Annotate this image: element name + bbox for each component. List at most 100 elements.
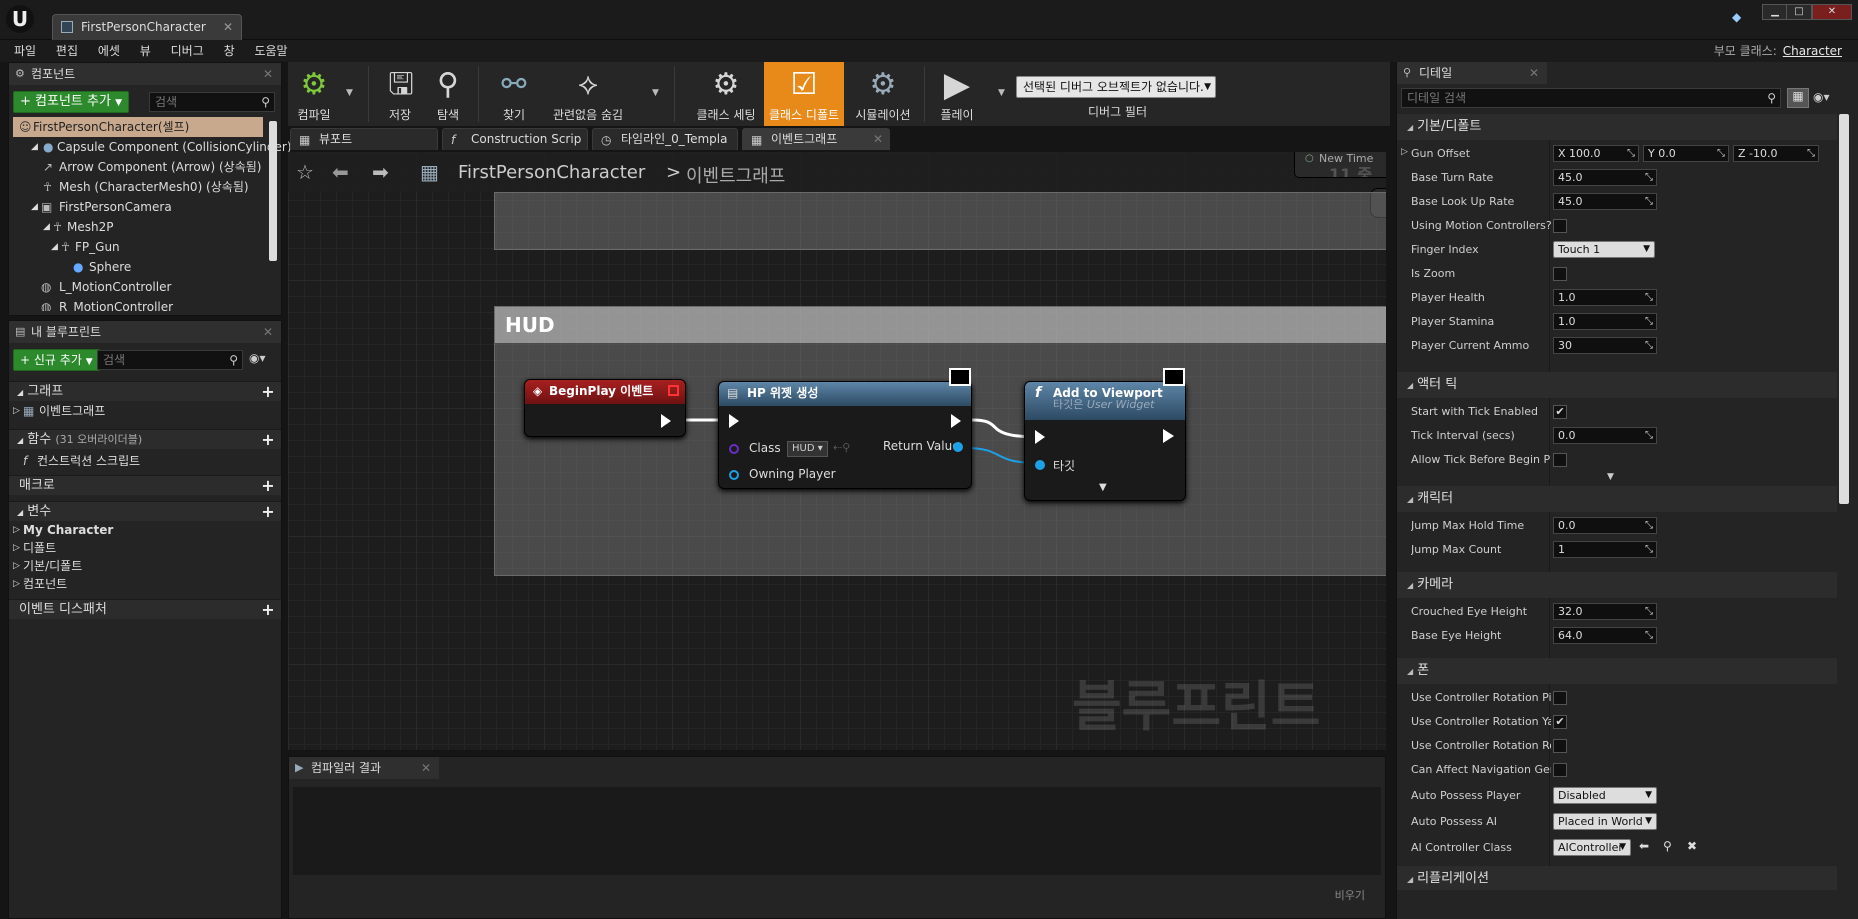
auto-possess-player-select[interactable]: Disabled ▼ [1553,787,1657,804]
my-blueprint-tab[interactable]: ▤ 내 블루프린트 ✕ [9,321,281,343]
maximize-button[interactable]: □ [1786,4,1812,20]
category-actor-tick[interactable]: ◢ 액터 틱 [1397,372,1837,398]
gun-offset-y-field[interactable]: Y 0.0 ⤡ [1643,145,1729,162]
simulation-button[interactable]: ⚙ 시뮬레이션 [850,62,916,126]
exec-in-pin[interactable] [729,414,739,428]
menu-file[interactable]: 파일 [6,40,44,62]
auto-possess-ai-select[interactable]: Placed in World ▼ [1553,813,1657,830]
menu-view[interactable]: 뷰 [132,40,159,62]
gun-offset-z-field[interactable]: Z -10.0 ⤡ [1733,145,1819,162]
close-tab-icon[interactable]: ✕ [421,757,431,779]
component-item[interactable]: ◍ R_MotionController [39,297,173,311]
tab-timeline[interactable]: ◷ 타임라인_0_Templa [592,128,738,150]
crouched-eye-height-field[interactable]: 32.0 ⤡ [1553,603,1657,620]
exec-out-pin[interactable] [661,414,671,428]
advanced-expand-icon[interactable]: ▼ [1607,472,1614,482]
tick-interval-field[interactable]: 0.0 ⤡ [1553,427,1657,444]
eye-icon[interactable]: ◉▾ [1813,90,1830,104]
blueprint-search-input[interactable]: 검색 ⚲ [97,350,243,370]
tab-viewport[interactable]: ▦ 뷰포트 [290,128,438,150]
using-motion-controllers-checkbox[interactable] [1553,219,1567,233]
chevron-down-icon[interactable]: ▼ [998,88,1005,98]
begin-play-header[interactable]: ◈ BeginPlay 이벤트 [525,380,685,404]
save-button[interactable]: 🖫 저장 [382,62,418,126]
is-zoom-checkbox[interactable] [1553,267,1567,281]
graphs-section[interactable]: ◢ 그래프 + [9,381,281,401]
components-tab[interactable]: ⚙ 컴포넌트 ✕ [9,63,281,85]
browse-button[interactable]: ⚲ 탐색 [426,62,470,126]
details-scrollbar[interactable] [1839,114,1849,504]
category-character[interactable]: ◢ 캐릭터 [1397,486,1837,512]
category-replication[interactable]: ◢ 리플리케이션 [1397,866,1837,890]
finger-index-select[interactable]: Touch 1 ▼ [1553,241,1655,258]
play-button[interactable]: ▶ 플레이 [934,62,980,126]
close-tab-icon[interactable]: ✕ [263,63,273,85]
component-item[interactable]: ◢ ● Capsule Component (CollisionCylinder) [23,137,292,157]
chevron-down-icon[interactable]: ▼ [652,88,659,98]
dispatchers-section[interactable]: 이벤트 디스패처 + [9,599,281,619]
gun-offset-x-field[interactable]: X 100.0 ⤡ [1553,145,1639,162]
jump-max-hold-field[interactable]: 0.0 ⤡ [1553,517,1657,534]
can-affect-nav-checkbox[interactable] [1553,763,1567,777]
player-stamina-field[interactable]: 1.0 ⤡ [1553,313,1657,330]
player-current-ammo-field[interactable]: 30 ⤡ [1553,337,1657,354]
grid-view-icon[interactable]: ▦ [1787,88,1809,108]
debug-object-select[interactable]: 선택된 디버그 오브젝트가 없습니다. ▼ [1016,76,1216,98]
base-eye-height-field[interactable]: 64.0 ⤡ [1553,627,1657,644]
close-button[interactable]: ✕ [1812,4,1852,20]
menu-debug[interactable]: 디버그 [163,40,212,62]
add-to-viewport-node[interactable]: f Add to Viewport 타깃은 User Widget 타깃 ▼ [1024,368,1186,501]
menu-window[interactable]: 창 [216,40,243,62]
add-component-button[interactable]: + 컴포넌트 추가 ▼ [13,91,130,113]
add-to-viewport-header[interactable]: f Add to Viewport 타깃은 User Widget [1025,382,1185,420]
details-search-input[interactable]: 디테일 검색 ⚲ [1401,88,1781,108]
component-item[interactable]: ● Sphere [71,257,131,277]
category-camera[interactable]: ◢ 카메라 [1397,572,1837,598]
expand-arrow-icon[interactable]: ▷ [1401,147,1408,157]
clear-button[interactable]: 비우기 [1335,887,1365,903]
begin-play-node[interactable]: ◈ BeginPlay 이벤트 [524,379,686,437]
add-macro-button[interactable]: + [261,478,275,494]
menu-asset[interactable]: 에셋 [90,40,128,62]
target-pin[interactable] [1035,460,1045,470]
find-button[interactable]: ⚯ 찾기 [492,62,536,126]
class-select[interactable]: HUD ▾ [787,441,828,457]
details-tab[interactable]: ⚲ 디테일 ✕ [1397,62,1547,84]
component-item[interactable]: ☥ Mesh (CharacterMesh0) (상속됨) [39,177,249,197]
compiler-results-tab[interactable]: ▶ 컴파일러 결과 ✕ [289,757,439,779]
class-settings-button[interactable]: ⚙ 클래스 세팅 [692,62,760,126]
compiler-log-area[interactable] [293,787,1381,875]
document-tab[interactable]: FirstPersonCharacter ✕ [52,14,242,40]
owning-player-pin[interactable] [729,470,739,480]
clear-x-icon[interactable]: ✖ [1687,839,1697,853]
hide-unrelated-button[interactable]: ⟡ 관련없음 숨김 [550,62,626,126]
component-item[interactable]: ◍ L_MotionController [39,277,171,297]
components-scrollbar[interactable] [269,121,277,261]
tab-construction-script[interactable]: f Construction Scrip [442,128,588,150]
exec-out-pin[interactable] [951,414,961,428]
component-item[interactable]: ↗ Arrow Component (Arrow) (상속됨) [39,157,261,177]
exec-out-pin[interactable] [1163,429,1174,443]
use-rot-roll-checkbox[interactable] [1553,739,1567,753]
use-rot-pitch-checkbox[interactable] [1553,691,1567,705]
close-tab-icon[interactable]: ✕ [1529,62,1539,84]
expand-node-icon[interactable]: ▼ [1099,482,1107,493]
event-graph-item[interactable]: ▷ ▦ 이벤트그래프 [13,401,105,421]
component-item[interactable]: ◢ ☥ Mesh2P [43,217,113,237]
var-group-item[interactable]: ▷ 기본/디폴트 [13,557,82,575]
create-widget-header[interactable]: ▤ HP 위젯 생성 [719,382,971,406]
ai-controller-class-select[interactable]: AIController ▼ [1553,839,1631,856]
functions-section[interactable]: ◢ 함수 (31 오버라이더블) + [9,429,281,449]
allow-tick-before-begin-checkbox[interactable] [1553,453,1567,467]
add-dispatcher-button[interactable]: + [261,602,275,618]
construction-script-item[interactable]: f 컨스트럭션 스크립트 [21,451,140,471]
macros-section[interactable]: 매크로 + [9,475,281,495]
source-control-icon[interactable]: ◆ [1732,10,1748,26]
var-group-item[interactable]: ▷ My Character [13,521,113,539]
eye-icon[interactable]: ◉▾ [249,351,266,365]
use-rot-yaw-checkbox[interactable]: ✔ [1553,715,1567,729]
class-pin[interactable] [729,444,739,454]
player-health-field[interactable]: 1.0 ⤡ [1553,289,1657,306]
category-defaults[interactable]: ◢ 기본/디폴트 [1397,114,1837,140]
add-variable-button[interactable]: + [261,504,275,520]
